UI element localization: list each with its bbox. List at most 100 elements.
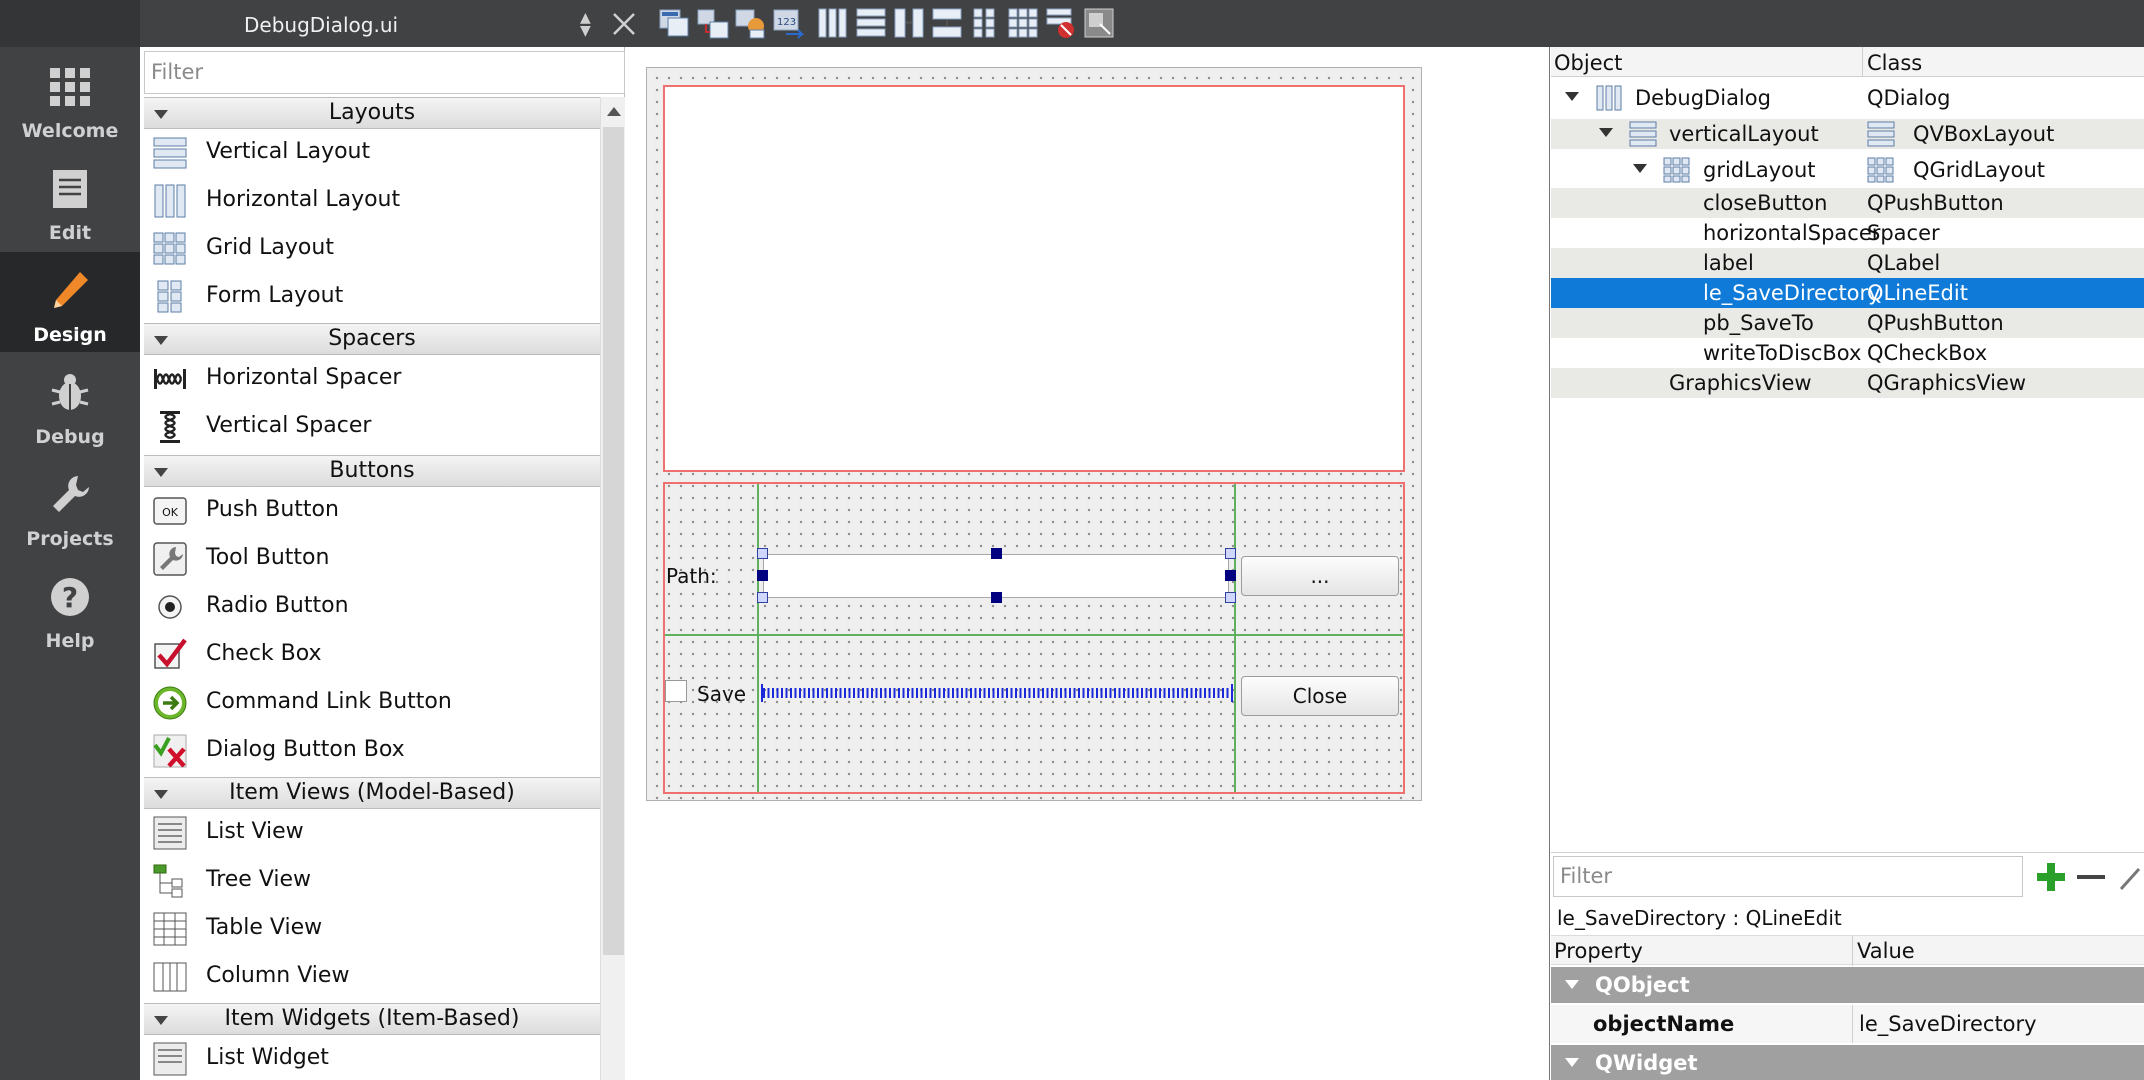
object-row-writetodiscbox[interactable]: writeToDiscBox QCheckBox [1551, 338, 2144, 368]
object-row-horizontalspacer[interactable]: horizontalSpacer Spacer [1551, 218, 2144, 248]
plus-icon[interactable] [2035, 861, 2067, 893]
close-icon[interactable] [608, 8, 640, 40]
pencil-icon [54, 272, 88, 308]
layout-grid-icon[interactable] [1006, 6, 1040, 40]
widget-filter-input[interactable]: Filter [144, 51, 625, 94]
layout-horizontal-icon[interactable] [816, 6, 850, 40]
svg-text:OK: OK [162, 506, 179, 519]
resize-handle[interactable] [1225, 570, 1236, 581]
adjust-size-icon[interactable] [1082, 6, 1116, 40]
resize-handle[interactable] [757, 548, 768, 559]
resize-handle[interactable] [757, 592, 768, 603]
category-item-widgets[interactable]: Item Widgets (Item-Based) [144, 1003, 600, 1035]
property-group-qwidget[interactable]: QWidget [1551, 1045, 2144, 1080]
edit-signals-slots-icon[interactable] [696, 6, 730, 40]
object-row-label[interactable]: label QLabel [1551, 248, 2144, 278]
close-button[interactable]: Close [1241, 676, 1399, 716]
object-row-le-savedirectory[interactable]: le_SaveDirectory QLineEdit [1551, 278, 2144, 308]
property-filter-input[interactable]: Filter [1553, 856, 2023, 897]
widget-horizontal-spacer[interactable]: Horizontal Spacer [144, 355, 600, 403]
open-documents-combo[interactable]: DebugDialog.ui ▲ ▼ [144, 4, 600, 44]
form-editor-canvas: Path: ... Save Close [626, 47, 1550, 1080]
expand-arrow-icon[interactable] [1633, 164, 1647, 173]
edit-tab-order-icon[interactable]: 123 [772, 6, 806, 40]
layout-form-icon[interactable] [968, 6, 1002, 40]
grid-layout-box[interactable]: Path: ... Save Close [663, 482, 1405, 794]
check-box-icon [154, 638, 187, 669]
resize-handle[interactable] [991, 548, 1002, 559]
minus-icon[interactable] [2077, 875, 2105, 879]
object-row-graphicsview[interactable]: GraphicsView QGraphicsView [1551, 368, 2144, 398]
scroll-up-arrow-icon[interactable] [607, 107, 621, 116]
property-row-objectname[interactable]: objectName le_SaveDirectory [1551, 1005, 2144, 1043]
object-row-closebutton[interactable]: closeButton QPushButton [1551, 188, 2144, 218]
widget-vertical-layout[interactable]: Vertical Layout [144, 129, 600, 177]
mode-help[interactable]: ? Help [0, 558, 140, 658]
widget-list-view[interactable]: List View [144, 809, 600, 857]
widget-form-layout[interactable]: Form Layout [144, 273, 600, 321]
widget-column-view[interactable]: Column View [144, 953, 600, 1001]
mode-debug[interactable]: Debug [0, 354, 140, 454]
widget-check-box[interactable]: Check Box [144, 631, 600, 679]
expand-arrow-icon[interactable] [1565, 92, 1579, 101]
widget-dialog-button-box[interactable]: Dialog Button Box [144, 727, 600, 775]
resize-handle[interactable] [1225, 592, 1236, 603]
mode-edit[interactable]: Edit [0, 150, 140, 250]
graphics-view[interactable] [663, 85, 1405, 472]
resize-handle[interactable] [757, 570, 768, 581]
expand-arrow-icon[interactable] [1599, 128, 1613, 137]
widget-box-scrollbar[interactable] [600, 97, 625, 1080]
break-layout-icon[interactable] [1044, 6, 1078, 40]
wrench-icon[interactable] [2117, 861, 2144, 893]
object-name: GraphicsView [1669, 371, 1812, 395]
widget-command-link-button[interactable]: Command Link Button [144, 679, 600, 727]
widget-label: Vertical Spacer [206, 413, 372, 438]
widget-horizontal-layout[interactable]: Horizontal Layout [144, 177, 600, 225]
object-class: QCheckBox [1867, 341, 1988, 365]
property-column-header[interactable]: Property [1554, 939, 1643, 963]
resize-handle[interactable] [1225, 548, 1236, 559]
widget-radio-button[interactable]: Radio Button [144, 583, 600, 631]
layout-vertical-splitter-icon[interactable] [930, 6, 964, 40]
mode-welcome[interactable]: Welcome [0, 48, 140, 148]
property-group-qobject[interactable]: QObject [1551, 967, 2144, 1003]
category-item-views[interactable]: Item Views (Model-Based) [144, 777, 600, 809]
widget-vertical-spacer[interactable]: Vertical Spacer [144, 403, 600, 451]
widget-push-button[interactable]: OK Push Button [144, 487, 600, 535]
widget-tree-view[interactable]: Tree View [144, 857, 600, 905]
object-name: writeToDiscBox [1703, 341, 1862, 365]
vertical-layout-icon [1867, 121, 1895, 147]
edit-widgets-icon[interactable] [658, 6, 692, 40]
object-row-gridlayout[interactable]: gridLayout QGridLayout [1551, 155, 2144, 185]
widget-tool-button[interactable]: Tool Button [144, 535, 600, 583]
object-row-debugdialog[interactable]: DebugDialog QDialog [1551, 83, 2144, 113]
category-layouts[interactable]: Layouts [144, 97, 600, 129]
mode-label: Edit [48, 222, 92, 244]
property-value[interactable]: le_SaveDirectory [1852, 1005, 2043, 1043]
horizontal-spacer[interactable] [761, 684, 1233, 702]
resize-handle[interactable] [991, 592, 1002, 603]
layout-vertical-icon[interactable] [854, 6, 888, 40]
save-checkbox[interactable] [665, 680, 687, 702]
widget-grid-layout[interactable]: Grid Layout [144, 225, 600, 273]
object-column-header[interactable]: Object [1554, 51, 1622, 75]
mode-design[interactable]: Design [0, 252, 140, 352]
widget-list-widget[interactable]: List Widget [144, 1035, 600, 1080]
scrollbar-thumb[interactable] [603, 127, 624, 955]
widget-table-view[interactable]: Table View [144, 905, 600, 953]
widget-label: List Widget [206, 1045, 329, 1070]
object-row-pb-saveto[interactable]: pb_SaveTo QPushButton [1551, 308, 2144, 338]
category-buttons[interactable]: Buttons [144, 455, 600, 487]
widget-box: Filter Layouts Vertical Layout Horizonta… [141, 47, 625, 1080]
qt-designer-window: Welcome Edit Design Debug Projects ? Hel… [0, 0, 2144, 1080]
edit-buddies-icon[interactable] [734, 6, 768, 40]
layout-horizontal-splitter-icon[interactable] [892, 6, 926, 40]
object-class: QLineEdit [1867, 281, 1968, 305]
debug-dialog-form[interactable]: Path: ... Save Close [646, 67, 1422, 801]
class-column-header[interactable]: Class [1862, 47, 1926, 77]
object-row-verticallayout[interactable]: verticalLayout QVBoxLayout [1551, 119, 2144, 149]
category-spacers[interactable]: Spacers [144, 323, 600, 355]
value-column-header[interactable]: Value [1852, 936, 1919, 966]
browse-button[interactable]: ... [1241, 556, 1399, 596]
mode-projects[interactable]: Projects [0, 456, 140, 556]
